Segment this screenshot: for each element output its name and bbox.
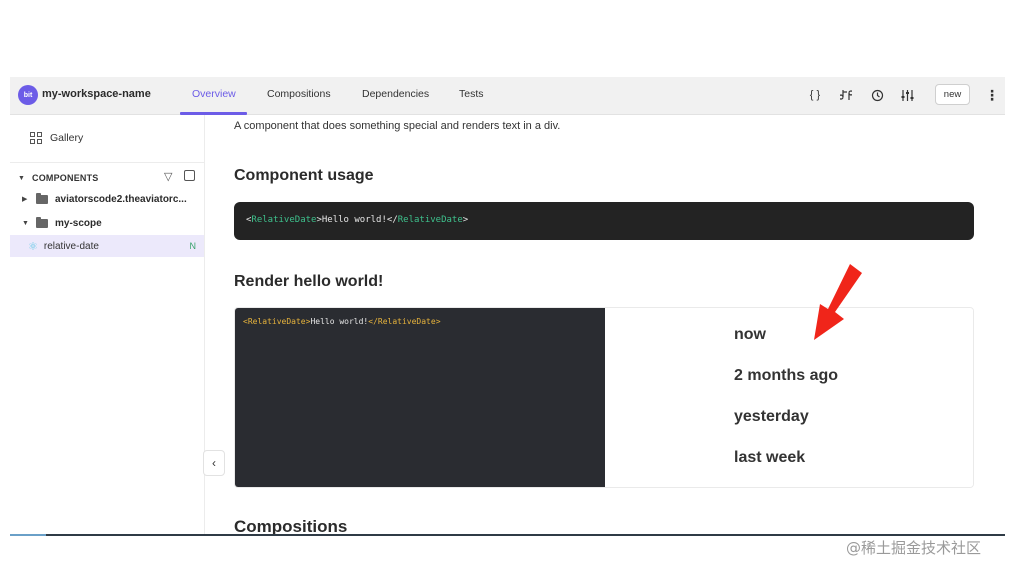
chevron-left-icon: ‹ [212, 456, 216, 470]
code-component-name: RelativeDate [247, 317, 306, 326]
gallery-label: Gallery [50, 132, 84, 144]
usage-code-block[interactable]: <RelativeDate>Hello world!</RelativeDate… [234, 202, 974, 240]
code-text: Hello world! [310, 317, 369, 326]
code-punct: > [462, 215, 469, 225]
component-description: A component that does something special … [234, 120, 561, 132]
caret-right-icon: ▶ [22, 196, 28, 203]
red-arrow-annotation [814, 264, 862, 340]
tree-item-relative-date[interactable]: ⚛ relative-date N [10, 235, 204, 257]
code-text: Hello world! [321, 215, 387, 225]
render-heading: Render hello world! [234, 273, 384, 290]
workspace-logo[interactable]: bit [18, 85, 38, 105]
live-code-editor[interactable]: <RelativeDate>Hello world!</RelativeDate… [235, 308, 605, 487]
components-header-label: COMPONENTS [32, 173, 99, 183]
output-line: now [734, 326, 766, 343]
caret-down-icon: ▼ [22, 219, 29, 227]
code-punct: </ [368, 317, 378, 326]
tree-item-scope[interactable]: ▼ my-scope [10, 212, 204, 234]
output-line: 2 months ago [734, 367, 839, 384]
code-punct: > [435, 317, 441, 326]
code-braces-glyph: { } [809, 89, 821, 101]
tree-item-scope[interactable]: ▶ aviatorscode2.theaviatorc... [10, 188, 204, 210]
bottom-divider [10, 534, 1005, 536]
watermark: @稀土掘金技术社区 [846, 539, 982, 557]
sidebar: Gallery ▼ COMPONENTS ▽ ▶ aviatorscode2.t… [10, 115, 205, 535]
history-icon[interactable] [868, 86, 886, 104]
workspace-name[interactable]: my-workspace-name [42, 88, 151, 100]
folder-icon [36, 216, 48, 228]
code-component-name: RelativeDate [397, 215, 463, 225]
copy-icon[interactable] [184, 170, 195, 181]
collapse-sidebar-button[interactable]: ‹ [203, 450, 225, 476]
caret-down-icon: ▼ [18, 174, 26, 182]
new-status-badge: N [189, 241, 197, 251]
code-braces-icon[interactable]: { } [806, 86, 824, 104]
sliders-icon[interactable] [898, 86, 916, 104]
tree-item-label: my-scope [55, 217, 102, 229]
compositions-heading: Compositions [234, 517, 348, 535]
tab-tests[interactable]: Tests [459, 88, 484, 100]
tree-item-label: aviatorscode2.theaviatorc... [55, 193, 187, 205]
tree-item-label: relative-date [43, 240, 99, 252]
tab-dependencies[interactable]: Dependencies [362, 88, 429, 100]
code-component-name: RelativeDate [377, 317, 436, 326]
progress-accent [10, 534, 46, 536]
sidebar-item-gallery[interactable]: Gallery [30, 130, 83, 146]
folder-icon [36, 192, 48, 204]
code-punct: </ [386, 215, 398, 225]
main-content: A component that does something special … [206, 115, 998, 535]
top-bar: bit my-workspace-name Overview Compositi… [10, 77, 1005, 115]
new-button[interactable]: new [935, 84, 970, 105]
merge-icon[interactable] [837, 86, 855, 104]
tab-compositions[interactable]: Compositions [267, 88, 331, 100]
tab-overview[interactable]: Overview [192, 88, 236, 100]
component-usage-heading: Component usage [234, 167, 374, 184]
grid-icon [30, 132, 42, 144]
render-output: now 2 months ago yesterday last week [605, 308, 973, 487]
sidebar-divider [10, 162, 204, 163]
filter-icon[interactable]: ▽ [164, 170, 172, 183]
code-component-name: RelativeDate [251, 215, 317, 225]
output-line: yesterday [734, 408, 809, 425]
output-line: last week [734, 449, 806, 466]
react-icon: ⚛ [28, 240, 38, 253]
more-options-icon[interactable]: ⋮ [985, 86, 999, 104]
